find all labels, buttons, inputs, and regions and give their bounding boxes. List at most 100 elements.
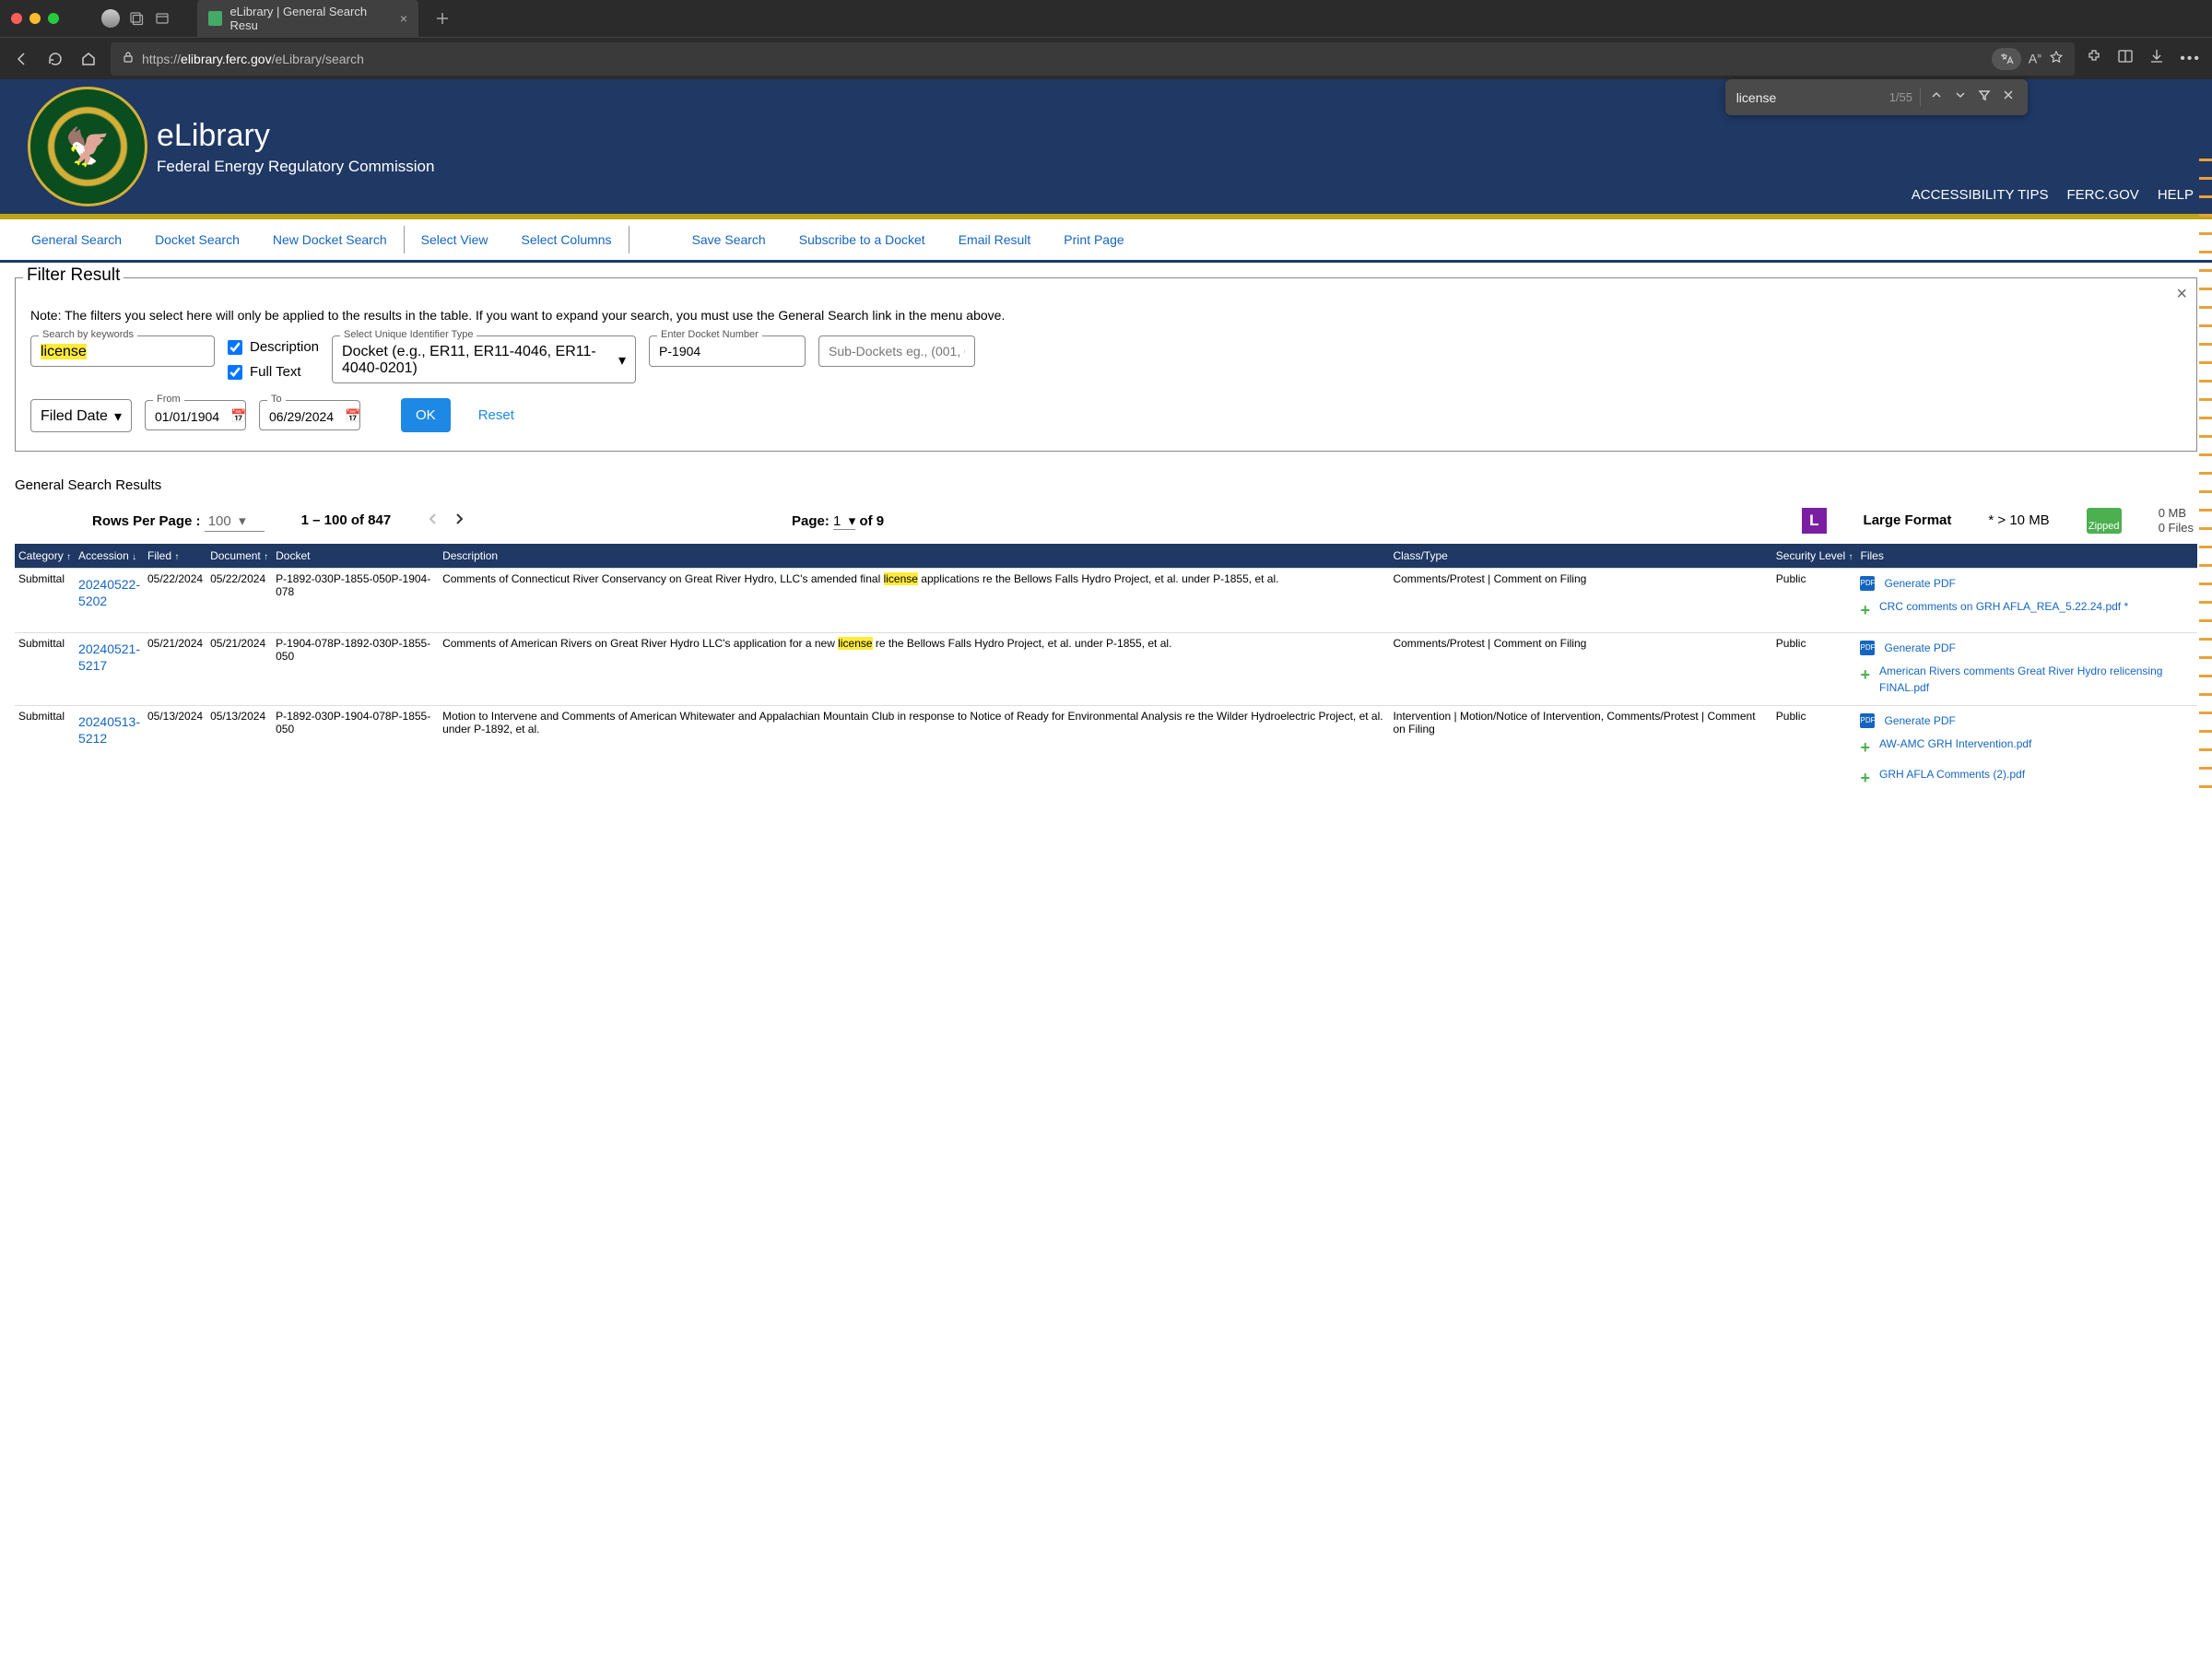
menu-select-columns[interactable]: Select Columns: [505, 219, 629, 260]
site-title: eLibrary: [157, 118, 434, 154]
col-filed[interactable]: Filed ↑: [144, 544, 206, 569]
help-link[interactable]: HELP: [2158, 187, 2194, 203]
downloads-icon[interactable]: [2148, 48, 2165, 69]
close-filter-icon[interactable]: ×: [2176, 284, 2187, 305]
fulltext-checkbox[interactable]: [228, 365, 242, 380]
rows-per-page-label: Rows Per Page :: [92, 513, 201, 529]
results-range: 1 – 100 of 847: [301, 512, 392, 528]
split-screen-icon[interactable]: [2117, 48, 2134, 69]
col-security[interactable]: Security Level ↑: [1772, 544, 1857, 569]
cell-classtype: Intervention | Motion/Notice of Interven…: [1389, 706, 1771, 801]
cell-document: 05/22/2024: [206, 569, 272, 633]
menu-select-view[interactable]: Select View: [405, 219, 505, 260]
cell-filed: 05/22/2024: [144, 569, 206, 633]
docket-number-field[interactable]: Enter Docket Number: [649, 335, 806, 367]
calendar-icon[interactable]: 📅: [345, 408, 360, 424]
accessibility-link[interactable]: ACCESSIBILITY TIPS: [1912, 187, 2049, 203]
cell-docket: P-1892-030P-1904-078P-1855-050: [272, 706, 439, 801]
col-category[interactable]: Category ↑: [15, 544, 75, 569]
favorite-icon[interactable]: [2049, 50, 2064, 67]
cell-filed: 05/13/2024: [144, 706, 206, 801]
ok-button[interactable]: OK: [401, 398, 451, 432]
col-accession[interactable]: Accession ↓: [75, 544, 144, 569]
prev-page-icon[interactable]: [428, 512, 439, 529]
tab-favicon: [208, 11, 222, 26]
col-document[interactable]: Document ↑: [206, 544, 272, 569]
find-next-icon[interactable]: [1952, 87, 1969, 108]
fulltext-checkbox-row[interactable]: Full Text: [228, 364, 319, 380]
translate-icon[interactable]: [1992, 48, 2021, 70]
menu-docket-search[interactable]: Docket Search: [138, 219, 256, 260]
find-in-page-bar: 1/55: [1725, 79, 2028, 115]
subdocket-field[interactable]: [818, 335, 975, 367]
subdocket-input[interactable]: [829, 344, 965, 359]
description-checkbox[interactable]: [228, 340, 242, 355]
to-date-field[interactable]: To 📅: [259, 400, 360, 430]
identifier-type-label: Select Unique Identifier Type: [340, 329, 477, 340]
menu-save-search[interactable]: Save Search: [676, 219, 782, 260]
menu-print-page[interactable]: Print Page: [1047, 219, 1140, 260]
file-link[interactable]: +GRH AFLA Comments (2).pdf: [1860, 766, 2194, 791]
ferc-gov-link[interactable]: FERC.GOV: [2066, 187, 2138, 203]
col-classtype[interactable]: Class/Type: [1389, 544, 1771, 569]
refresh-button[interactable]: [44, 48, 66, 70]
file-link[interactable]: +AW-AMC GRH Intervention.pdf: [1860, 735, 2194, 760]
cell-category: Submittal: [15, 706, 75, 801]
accession-link[interactable]: 20240521-5217: [78, 637, 140, 674]
to-date-input[interactable]: [269, 409, 341, 424]
col-files[interactable]: Files: [1856, 544, 2197, 569]
keywords-field[interactable]: Search by keywords license: [30, 335, 215, 367]
next-page-icon[interactable]: [453, 512, 465, 529]
generate-pdf-link[interactable]: PDFGenerate PDF: [1860, 576, 2194, 591]
browser-tab[interactable]: eLibrary | General Search Resu ×: [197, 0, 418, 38]
plus-icon: +: [1860, 598, 1870, 623]
close-tab-icon[interactable]: ×: [400, 11, 407, 26]
address-bar[interactable]: https://elibrary.ferc.gov/eLibrary/searc…: [111, 42, 2075, 76]
profile-avatar[interactable]: [101, 9, 120, 28]
chevron-down-icon: ▾: [114, 407, 122, 426]
col-docket[interactable]: Docket: [272, 544, 439, 569]
close-window-button[interactable]: [11, 13, 22, 24]
menu-email-result[interactable]: Email Result: [942, 219, 1048, 260]
accession-link[interactable]: 20240522-5202: [78, 572, 140, 609]
text-size-icon[interactable]: A»: [2029, 51, 2041, 66]
description-checkbox-row[interactable]: Description: [228, 339, 319, 355]
accession-link[interactable]: 20240513-5212: [78, 710, 140, 747]
zipped-badge[interactable]: Zipped: [2087, 508, 2122, 534]
generate-pdf-link[interactable]: PDFGenerate PDF: [1860, 713, 2194, 728]
results-title: General Search Results: [15, 477, 2212, 493]
find-prev-icon[interactable]: [1928, 87, 1945, 108]
find-input[interactable]: [1736, 90, 1875, 105]
extensions-icon[interactable]: [2086, 48, 2102, 69]
keywords-label: Search by keywords: [39, 329, 137, 340]
new-tab-button[interactable]: [433, 9, 452, 28]
menu-new-docket-search[interactable]: New Docket Search: [256, 219, 404, 260]
from-date-input[interactable]: [155, 409, 227, 424]
home-button[interactable]: [77, 48, 100, 70]
find-filter-icon[interactable]: [1976, 87, 1993, 108]
cell-category: Submittal: [15, 569, 75, 633]
menu-icon[interactable]: •••: [2180, 51, 2201, 67]
workspaces-icon[interactable]: [127, 9, 146, 28]
date-type-field[interactable]: Filed Date ▾: [30, 399, 132, 432]
minimize-window-button[interactable]: [29, 13, 41, 24]
reset-button[interactable]: Reset: [478, 407, 514, 423]
calendar-icon[interactable]: 📅: [230, 408, 246, 424]
file-link[interactable]: +CRC comments on GRH AFLA_REA_5.22.24.pd…: [1860, 598, 2194, 623]
tab-overview-icon[interactable]: [153, 9, 171, 28]
from-date-field[interactable]: From 📅: [145, 400, 246, 430]
col-description[interactable]: Description: [439, 544, 1389, 569]
maximize-window-button[interactable]: [48, 13, 59, 24]
menu-subscribe[interactable]: Subscribe to a Docket: [782, 219, 942, 260]
page-select[interactable]: 1 ▾: [833, 513, 855, 530]
rows-per-page-select[interactable]: 100 ▾: [205, 512, 265, 532]
menu-general-search[interactable]: General Search: [15, 219, 138, 260]
back-button[interactable]: [11, 48, 33, 70]
identifier-type-field[interactable]: Select Unique Identifier Type Docket (e.…: [332, 335, 636, 383]
table-row: Submittal20240513-521205/13/202405/13/20…: [15, 706, 2197, 801]
find-close-icon[interactable]: [2000, 87, 2017, 108]
file-link[interactable]: +American Rivers comments Great River Hy…: [1860, 663, 2194, 696]
docket-number-input[interactable]: [659, 344, 826, 359]
generate-pdf-link[interactable]: PDFGenerate PDF: [1860, 641, 2194, 655]
browser-toolbar: https://elibrary.ferc.gov/eLibrary/searc…: [0, 37, 2212, 79]
